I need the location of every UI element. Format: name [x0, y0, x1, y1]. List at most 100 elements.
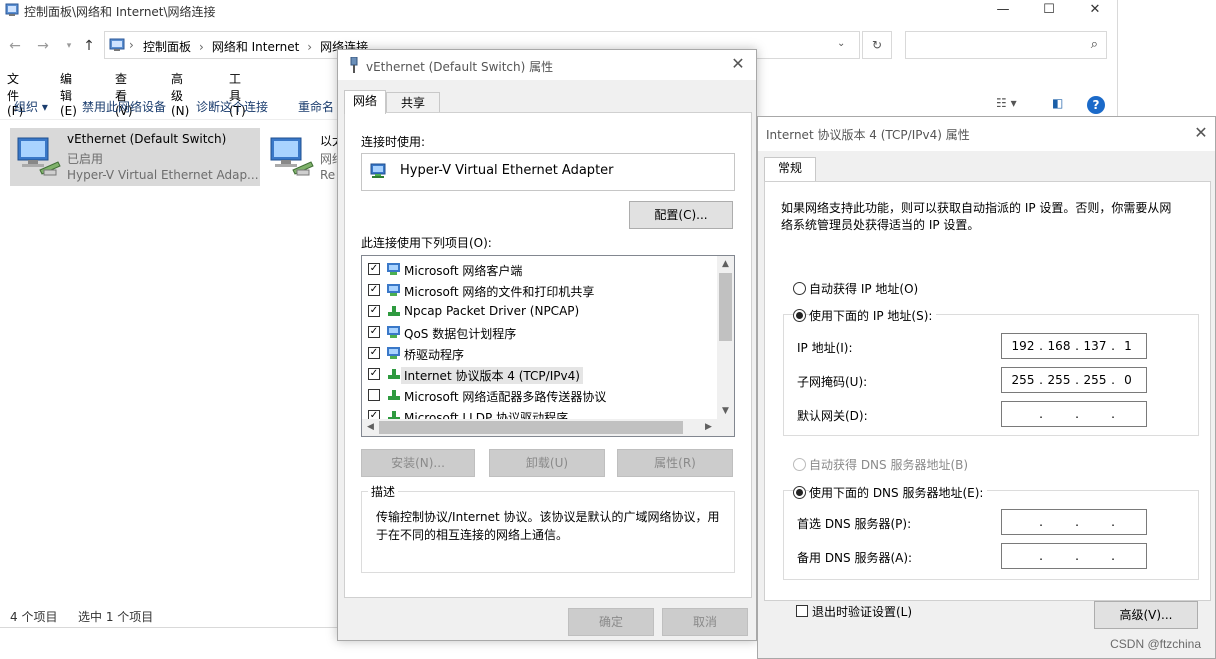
auto-ip-radio[interactable] [793, 282, 806, 295]
configure-button[interactable]: 配置(C)... [629, 201, 733, 229]
properties-button[interactable]: 属性(R) [617, 449, 733, 477]
network-item-vethernet[interactable]: vEthernet (Default Switch) 已启用 Hyper-V V… [10, 128, 260, 186]
subnet-mask-label: 子网掩码(U): [797, 375, 868, 389]
ip-dot: . [1111, 515, 1115, 529]
breadcrumb-chevron-icon: › [307, 40, 313, 54]
auto-ip-label[interactable]: 自动获得 IP 地址(O) [809, 280, 918, 297]
network-client-icon [387, 263, 400, 275]
gateway-field[interactable]: . . . [1001, 401, 1147, 427]
ip-octet: 255 [1047, 373, 1071, 387]
search-input[interactable]: ⌕ [905, 31, 1107, 59]
manual-ip-radio[interactable] [793, 309, 806, 322]
disable-device-button[interactable]: 禁用此网络设备 [82, 98, 166, 115]
rename-button[interactable]: 重命名 [298, 98, 334, 115]
component-checkbox[interactable]: ✓ [368, 284, 380, 296]
component-checkbox[interactable] [368, 389, 380, 401]
scroll-right-icon[interactable]: ▶ [700, 419, 717, 436]
advanced-button[interactable]: 高级(V)... [1094, 601, 1198, 629]
address-dropdown-icon[interactable]: ⌄ [837, 38, 845, 49]
scroll-thumb[interactable] [379, 421, 683, 434]
description-group: 描述 传输控制协议/Internet 协议。该协议是默认的广域网络协议，用于在不… [361, 483, 735, 573]
maximize-button[interactable]: ☐ [1026, 0, 1072, 20]
back-arrow-icon[interactable]: ← [6, 37, 24, 55]
validate-label[interactable]: 退出时验证设置(L) [812, 603, 912, 620]
explorer-title: 控制面板\网络和 Internet\网络连接 [24, 5, 216, 19]
install-button[interactable]: 安装(N)... [361, 449, 475, 477]
network-cable-icon [350, 57, 358, 73]
network-adapter-icon [270, 137, 314, 176]
ipv4-properties-dialog: Internet 协议版本 4 (TCP/IPv4) 属性 ✕ 常规 如果网络支… [757, 116, 1216, 659]
network-item-name: vEthernet (Default Switch) [67, 132, 227, 146]
preview-pane-icon[interactable]: ◧ [1052, 96, 1063, 110]
components-list[interactable]: ✓ Microsoft 网络客户端 ✓ Microsoft 网络的文件和打印机共… [361, 255, 735, 437]
validate-checkbox[interactable] [796, 605, 808, 617]
network-item-status: 已启用 [67, 152, 104, 166]
control-panel-icon [109, 38, 125, 51]
help-icon[interactable]: ? [1087, 96, 1105, 114]
network-item-ethernet[interactable]: 以太 网络 Re [265, 128, 345, 186]
component-checkbox[interactable]: ✓ [368, 263, 380, 275]
uninstall-button[interactable]: 卸载(U) [489, 449, 605, 477]
network-item-adapter: Hyper-V Virtual Ethernet Adap... [67, 168, 259, 182]
breadcrumb-item[interactable]: 控制面板 [143, 40, 191, 54]
refresh-icon: ↻ [871, 38, 883, 52]
close-button[interactable]: ✕ [1072, 0, 1118, 20]
component-checkbox[interactable]: ✓ [368, 347, 380, 359]
manual-dns-label[interactable]: 使用下面的 DNS 服务器地址(E): [809, 484, 988, 501]
tab-general[interactable]: 常规 [764, 157, 816, 181]
minimize-button[interactable]: — [980, 0, 1026, 20]
items-label: 此连接使用下列项目(O): [361, 236, 492, 250]
component-label: Npcap Packet Driver (NPCAP) [404, 304, 580, 318]
breadcrumb: 控制面板 › 网络和 Internet › 网络连接 [143, 38, 368, 55]
connect-using-label: 连接时使用: [361, 135, 426, 149]
breadcrumb-chevron-icon: › [129, 38, 134, 52]
ip-dot: . [1039, 407, 1043, 421]
component-checkbox[interactable]: ✓ [368, 368, 380, 380]
organize-button[interactable]: 组织 ▾ [14, 98, 48, 115]
refresh-button[interactable]: ↻ [862, 31, 892, 59]
up-arrow-icon[interactable]: ↑ [80, 37, 98, 55]
ip-address-field[interactable]: 192 . 168 . 137 . 1 [1001, 333, 1147, 359]
component-label: QoS 数据包计划程序 [404, 327, 517, 341]
dialog-title: vEthernet (Default Switch) 属性 [366, 60, 554, 74]
preferred-dns-field[interactable]: . . . [1001, 509, 1147, 535]
alternate-dns-field[interactable]: . . . [1001, 543, 1147, 569]
horizontal-scrollbar[interactable]: ◀ ▶ [362, 419, 734, 436]
manual-dns-radio[interactable] [793, 486, 806, 499]
breadcrumb-chevron-icon: › [199, 40, 204, 54]
vertical-scrollbar[interactable]: ▲ ▼ [717, 256, 734, 420]
cancel-button[interactable]: 取消 [662, 608, 748, 636]
manual-ip-label[interactable]: 使用下面的 IP 地址(S): [809, 307, 937, 324]
forward-arrow-icon[interactable]: → [34, 37, 52, 55]
scroll-down-icon[interactable]: ▼ [717, 403, 734, 420]
gateway-label: 默认网关(D): [797, 409, 868, 423]
diagnose-button[interactable]: 诊断这个连接 [196, 98, 268, 115]
recent-chevron-icon[interactable]: ▾ [60, 37, 78, 55]
network-service-icon [387, 347, 400, 359]
ip-octet: 192 [1011, 339, 1035, 353]
alternate-dns-label: 备用 DNS 服务器(A): [797, 551, 913, 565]
ip-dot: . [1075, 515, 1079, 529]
tab-sharing[interactable]: 共享 [386, 92, 440, 114]
close-icon[interactable]: ✕ [1191, 123, 1211, 143]
intro-text: 如果网络支持此功能，则可以获取自动指派的 IP 设置。否则，你需要从网络系统管理… [781, 201, 1172, 232]
close-icon[interactable]: ✕ [728, 54, 748, 74]
component-checkbox[interactable]: ✓ [368, 305, 380, 317]
auto-dns-label[interactable]: 自动获得 DNS 服务器地址(B) [809, 456, 968, 473]
breadcrumb-item[interactable]: 网络和 Internet [212, 40, 299, 54]
scroll-left-icon[interactable]: ◀ [362, 419, 379, 436]
description-legend: 描述 [368, 483, 399, 500]
view-options-icon[interactable]: ☷ ▾ [996, 96, 1017, 110]
ip-dot: . [1039, 549, 1043, 563]
ip-octet: 255 [1083, 373, 1107, 387]
tab-network[interactable]: 网络 [344, 90, 386, 114]
ok-button[interactable]: 确定 [568, 608, 654, 636]
scroll-up-icon[interactable]: ▲ [717, 256, 734, 273]
component-label: Microsoft 网络的文件和打印机共享 [404, 285, 595, 299]
status-bar: 4 个项目 选中 1 个项目 [0, 606, 340, 626]
scroll-thumb[interactable] [719, 273, 732, 341]
auto-dns-radio[interactable] [793, 458, 806, 471]
subnet-mask-field[interactable]: 255 . 255 . 255 . 0 [1001, 367, 1147, 393]
component-checkbox[interactable]: ✓ [368, 326, 380, 338]
control-panel-icon [5, 3, 19, 16]
